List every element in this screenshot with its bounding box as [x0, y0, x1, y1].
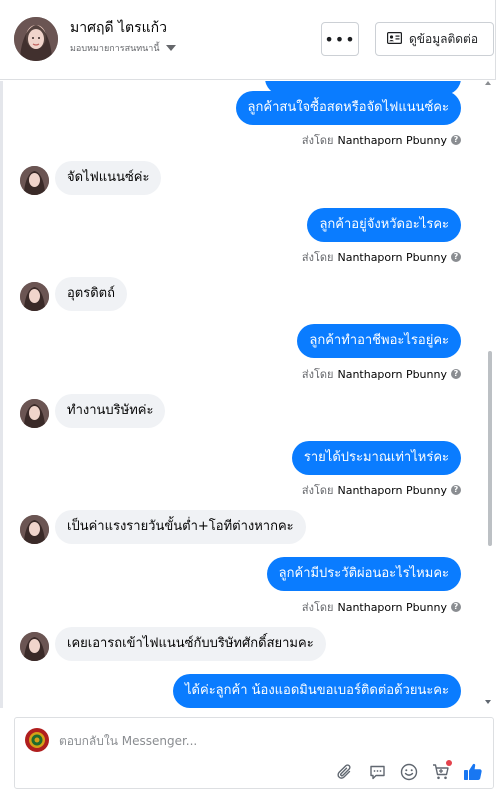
- sender-name: Nanthaporn Pbunny: [337, 483, 447, 497]
- scroll-down-arrow-icon[interactable]: [485, 700, 491, 704]
- message-thread[interactable]: ลูกค้าสนใจซื้อสดหรือจัดไฟแนนซ์คะ ส่งโดย …: [0, 81, 496, 708]
- more-options-button[interactable]: •••: [321, 22, 359, 56]
- sender-name: Nanthaporn Pbunny: [337, 367, 447, 381]
- page-avatar: [25, 728, 49, 752]
- question-circle-icon[interactable]: ?: [451, 602, 461, 612]
- outgoing-message: ได้ค่ะลูกค้า น้องแอดมินขอเบอร์ติดต่อด้วย…: [173, 674, 461, 708]
- assign-conversation-label: มอบหมายการสนทนานี้: [70, 44, 160, 54]
- question-circle-icon[interactable]: ?: [451, 135, 461, 145]
- question-circle-icon[interactable]: ?: [451, 252, 461, 262]
- scrollbar-thumb[interactable]: [488, 351, 492, 546]
- reply-composer: [14, 717, 494, 789]
- contact-avatar-small: [20, 166, 49, 195]
- reply-input[interactable]: [59, 731, 389, 751]
- sent-by-label: ส่งโดย Nanthaporn Pbunny ?: [302, 598, 461, 616]
- incoming-message: อุตรดิตถ์: [55, 277, 127, 311]
- outgoing-message: ลูกค้ามีประวัติผ่อนอะไรไหมคะ: [266, 557, 461, 591]
- contact-avatar-small: [20, 515, 49, 544]
- sent-by-prefix: ส่งโดย: [301, 601, 334, 614]
- contact-avatar-small: [20, 632, 49, 661]
- caret-down-icon: [165, 45, 176, 51]
- sender-name: Nanthaporn Pbunny: [337, 600, 447, 614]
- sent-by-prefix: ส่งโดย: [301, 484, 334, 497]
- sent-by-prefix: ส่งโดย: [301, 368, 334, 381]
- sender-name: Nanthaporn Pbunny: [337, 250, 447, 264]
- sender-name: Nanthaporn Pbunny: [337, 133, 447, 147]
- sent-by-label: ส่งโดย Nanthaporn Pbunny ?: [302, 365, 461, 383]
- thread-scrollbar[interactable]: [485, 81, 494, 708]
- notification-dot: [446, 760, 452, 766]
- outgoing-message: ลูกค้าสนใจซื้อสดหรือจัดไฟแนนซ์คะ: [235, 91, 461, 125]
- sent-by-label: ส่งโดย Nanthaporn Pbunny ?: [302, 248, 461, 266]
- smiley-icon[interactable]: [399, 762, 419, 782]
- speech-bubble-icon[interactable]: [367, 762, 387, 782]
- contact-avatar[interactable]: [14, 17, 58, 61]
- question-circle-icon[interactable]: ?: [451, 485, 461, 495]
- contact-avatar-small: [20, 282, 49, 311]
- view-contact-info-label: ดูข้อมูลติดต่อ: [409, 31, 479, 46]
- contact-card-icon: [387, 31, 403, 47]
- incoming-message: จัดไฟแนนซ์ค่ะ: [55, 161, 162, 195]
- thumbs-up-icon[interactable]: [463, 762, 483, 782]
- sent-by-prefix: ส่งโดย: [301, 134, 334, 147]
- incoming-message: เป็นค่าแรงรายวันขั้นต่ำ+โอทีต่างหากคะ: [55, 510, 306, 544]
- cart-icon[interactable]: [431, 760, 452, 782]
- ellipsis-icon: •••: [324, 29, 356, 49]
- incoming-message: ทำงานบริษัทค่ะ: [55, 394, 166, 428]
- thread-divider: [0, 81, 3, 708]
- sent-by-prefix: ส่งโดย: [301, 251, 334, 264]
- contact-name: มาศฤดี ไตรแก้ว: [70, 20, 168, 36]
- outgoing-message: รายได้ประมาณเท่าไหร่คะ: [291, 441, 461, 475]
- outgoing-message: ลูกค้าทำอาชีพอะไรอยู่คะ: [297, 324, 461, 358]
- view-contact-info-button[interactable]: ดูข้อมูลติดต่อ: [375, 22, 494, 56]
- conversation-header: มาศฤดี ไตรแก้ว มอบหมายการสนทนานี้ ••• ดู…: [0, 0, 496, 80]
- outgoing-message: ลูกค้าอยู่จังหวัดอะไรคะ: [307, 208, 461, 242]
- scroll-up-arrow-icon[interactable]: [485, 81, 491, 85]
- paperclip-icon[interactable]: [335, 762, 355, 782]
- sent-by-label: ส่งโดย Nanthaporn Pbunny ?: [302, 481, 461, 499]
- sent-by-label: ส่งโดย Nanthaporn Pbunny ?: [302, 131, 461, 149]
- question-circle-icon[interactable]: ?: [451, 369, 461, 379]
- assign-conversation-dropdown[interactable]: มอบหมายการสนทนานี้: [70, 41, 176, 55]
- incoming-message: เคยเอารถเข้าไฟแนนซ์กับบริษัทศักดิ์สยามคะ: [55, 627, 326, 661]
- contact-avatar-small: [20, 399, 49, 428]
